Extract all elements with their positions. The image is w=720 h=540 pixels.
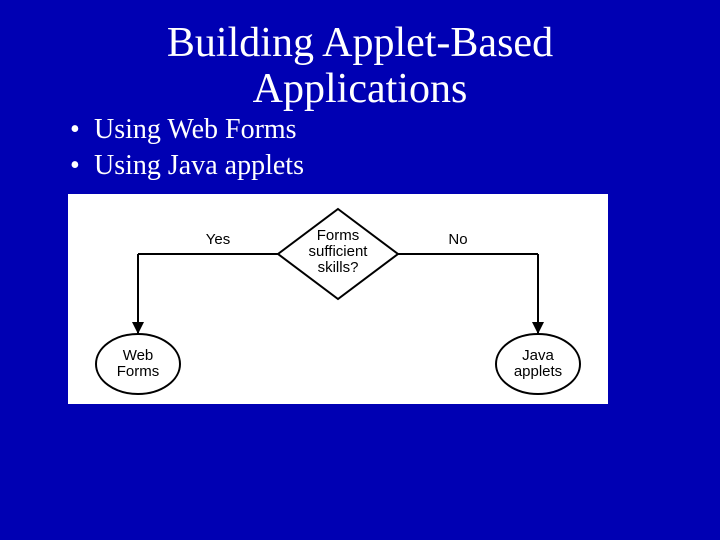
bullet-item: Using Java applets [70,150,720,182]
title-line-1: Building Applet-Based [167,20,553,66]
no-label: No [448,231,467,248]
decision-line-1: Forms [317,227,360,244]
slide-title: Building Applet-Based Applications [0,0,720,112]
decision-line-2: sufficient [309,243,369,260]
flowchart-diagram: Yes No Forms sufficient skills? Web Form… [68,194,608,404]
right-outcome-line-1: Java [522,347,554,364]
left-outcome-line-2: Forms [117,363,160,380]
right-outcome-line-2: applets [514,363,562,380]
left-outcome-line-1: Web [123,347,154,364]
decision-line-3: skills? [318,259,359,276]
bullet-list: Using Web Forms Using Java applets [0,114,720,182]
title-line-2: Applications [253,66,468,112]
bullet-item: Using Web Forms [70,114,720,146]
yes-label: Yes [206,231,230,248]
